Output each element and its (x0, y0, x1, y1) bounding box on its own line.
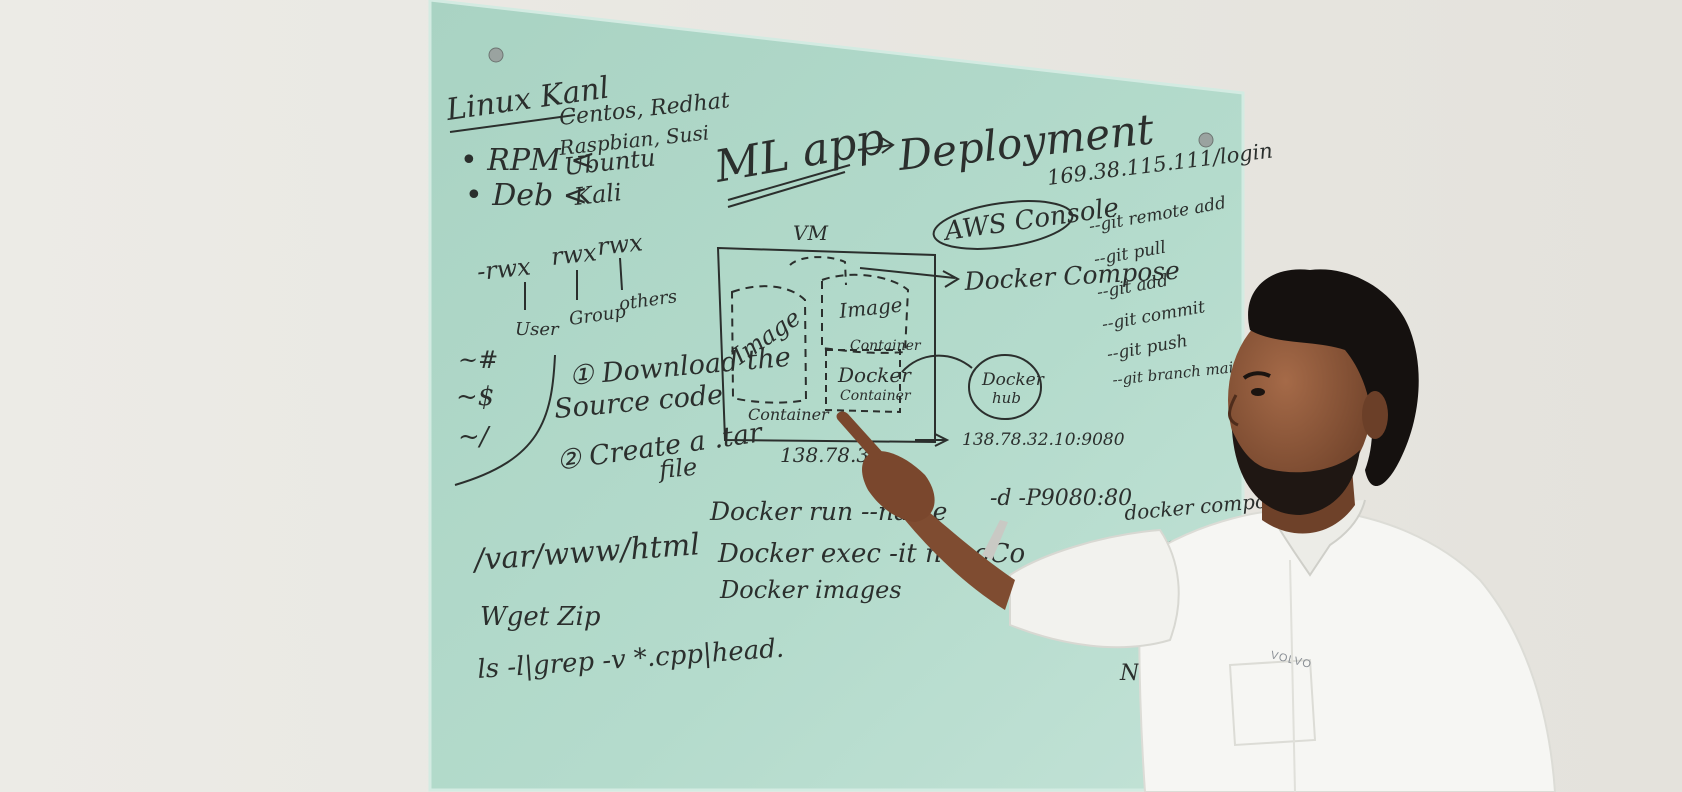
vm-label: VM (793, 221, 828, 245)
docker-images: Docker images (719, 576, 902, 604)
docker-container-line1: Docker (837, 363, 912, 387)
deb-label: • Deb < (465, 178, 588, 213)
board-mount-pin (488, 47, 504, 63)
perm-group: rwx (550, 238, 599, 271)
perm-user: -rwx (476, 252, 533, 286)
ip-bottom: 138.78.3 (780, 443, 869, 467)
perm-target-user: User (515, 319, 560, 340)
container-label-2: Container (850, 338, 922, 354)
docker-hub-line2: hub (992, 389, 1021, 407)
docker-run-flags: -d -P9080:80 (990, 486, 1132, 511)
ip-right: 138.78.32.10:9080 (962, 430, 1125, 450)
prompt-user: ~$ (456, 382, 494, 412)
deb-distro-2: Kali (572, 178, 623, 211)
whiteboard-photo: Linux Kanl • RPM < Centos, Redhat Raspbi… (0, 0, 1682, 792)
ear (1362, 391, 1388, 439)
docker-container-line2: Container (840, 388, 912, 404)
step2-line2: file (656, 453, 698, 484)
docker-hub-line1: Docker (981, 370, 1045, 390)
prompt-root: ~# (458, 346, 498, 374)
prompt-home: ~/ (458, 422, 491, 452)
eye (1251, 388, 1265, 396)
cmd-wget: Wget Zip (480, 602, 601, 632)
container-label-1: Container (748, 405, 830, 424)
perm-others: rwx (596, 228, 645, 261)
